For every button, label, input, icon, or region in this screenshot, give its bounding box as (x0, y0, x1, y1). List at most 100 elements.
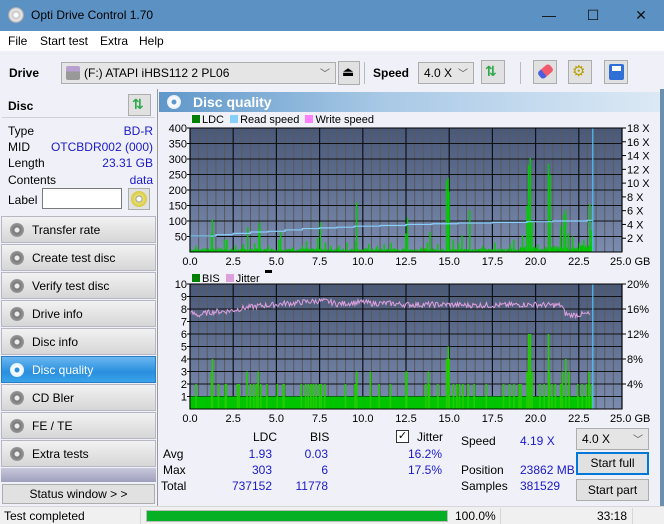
bis-spike (458, 384, 461, 409)
bis-spike (548, 371, 551, 409)
status-window-button[interactable]: Status window > > (2, 484, 155, 504)
window-edge (660, 89, 664, 506)
refresh-button[interactable]: ⇅ (481, 60, 505, 84)
floppy-save-icon (609, 64, 624, 80)
ldc-spike (549, 174, 551, 252)
samples-label: Samples (461, 479, 508, 493)
ldc-spike (469, 210, 471, 252)
drive-info-icon (10, 307, 24, 321)
nav-disc-info[interactable]: Disc info (1, 328, 156, 355)
samples-value: 381529 (520, 479, 561, 493)
disc-label-button[interactable] (128, 188, 150, 210)
x-tick-label: 17.5 (482, 256, 503, 268)
eject-button[interactable]: ⏏ (338, 61, 360, 85)
toolbar-separator (520, 62, 521, 84)
maximize-button[interactable]: ☐ (570, 0, 616, 31)
progress-percent: 100.0% (455, 509, 496, 523)
ldc-spike (317, 238, 319, 252)
status-divider (632, 508, 633, 524)
disc-label-input[interactable] (42, 188, 122, 209)
erase-button[interactable] (533, 60, 557, 84)
bis-spike (249, 384, 252, 409)
test-speed-value: 4.0 X (582, 432, 611, 446)
bis-spike (283, 384, 285, 409)
nav-label: CD Bler (32, 391, 75, 405)
nav-label: Transfer rate (32, 223, 101, 237)
ldc-spike (383, 244, 385, 252)
y-tick-label: 400 (169, 123, 187, 135)
bis-spike (318, 384, 321, 409)
menu-extra[interactable]: Extra (100, 34, 128, 48)
nav-transfer-rate[interactable]: Transfer rate (1, 216, 156, 243)
refresh-arrows-icon: ⇅ (132, 96, 144, 112)
nav-drive-info[interactable]: Drive info (1, 300, 156, 327)
close-button[interactable]: ✕ (618, 0, 664, 31)
save-button[interactable] (604, 60, 628, 84)
ldc-spike (563, 214, 565, 252)
transfer-rate-icon (10, 223, 24, 237)
y-tick-label: 100 (169, 216, 187, 228)
x-tick-label: 22.5 (568, 256, 589, 268)
y2-tick-label: 4% (627, 379, 643, 391)
y-tick-label: 2 (181, 379, 187, 391)
bis-spike (406, 371, 408, 409)
nav-fe-te[interactable]: FE / TE (1, 412, 156, 439)
ldc-spike (279, 231, 282, 252)
drive-select[interactable]: (F:) ATAPI iHBS112 2 PL06 ﹀ (61, 62, 336, 84)
x-tick-label: 20.0 (525, 256, 546, 268)
bis-spike (304, 384, 307, 409)
speed-select[interactable]: 4.0 X ﹀ (418, 62, 474, 84)
settings-button[interactable]: ⚙ (568, 60, 592, 84)
title-bar: Opti Drive Control 1.70 — ☐ ✕ (0, 0, 664, 31)
bis-spike (462, 384, 464, 409)
disc-mid-value: OTCBDR002 (000) (50, 140, 153, 154)
minimize-button[interactable]: — (526, 0, 572, 31)
stats-ldc-header: LDC (253, 430, 278, 444)
nav-disc-quality[interactable]: Disc quality (1, 356, 156, 383)
extra-tests-icon (10, 447, 24, 461)
bis-spike (518, 384, 520, 409)
y-tick-label: 5 (181, 342, 187, 354)
y-tick-label: 300 (169, 154, 187, 166)
ldc-spike (494, 242, 496, 252)
disc-refresh-button[interactable]: ⇅ (128, 94, 151, 116)
nav-label: Verify test disc (32, 279, 110, 293)
ldc-spike (590, 230, 593, 252)
test-speed-select[interactable]: 4.0 X ﹀ (576, 428, 649, 450)
jitter-avg-value: 16.2% (407, 447, 442, 461)
x-tick-label: 25.0 GB (610, 413, 650, 425)
y2-tick-label: 14 X (627, 151, 650, 163)
stats-total-label: Total (161, 479, 187, 493)
disc-type-value: BD-R (123, 124, 153, 138)
ldc-spike (521, 234, 524, 252)
menu-bar: File Start test Extra Help (0, 31, 664, 51)
disc-contents-value: data (129, 173, 153, 187)
bis-spike (581, 384, 583, 409)
start-full-button[interactable]: Start full (576, 452, 649, 475)
nav-verify-test-disc[interactable]: Verify test disc (1, 272, 156, 299)
x-tick-label: 22.5 (568, 413, 589, 425)
menu-file[interactable]: File (8, 34, 27, 48)
toolbar: Drive (F:) ATAPI iHBS112 2 PL06 ﹀ ⏏ Spee… (0, 51, 664, 89)
bis-spike (195, 384, 197, 409)
nav-label: Disc info (32, 335, 79, 349)
speed-select-value: 4.0 X (424, 66, 453, 80)
start-part-button[interactable]: Start part (576, 479, 649, 501)
bis-spike (323, 384, 326, 409)
x-tick-label: 25.0 GB (610, 256, 650, 268)
jitter-checkbox[interactable]: ✓ (396, 430, 409, 443)
menu-help[interactable]: Help (139, 34, 164, 48)
disc-contents-row: Contents data (8, 173, 153, 189)
nav-create-test-disc[interactable]: Create test disc (1, 244, 156, 271)
x-tick-label: 7.5 (312, 256, 327, 268)
menu-start-test[interactable]: Start test (40, 34, 88, 48)
nav-extra-tests[interactable]: Extra tests (1, 440, 156, 467)
y2-tick-label: 12 X (627, 164, 650, 176)
ldc-spike (513, 239, 515, 252)
jitter-label: Jitter (417, 430, 444, 444)
bis-spike (585, 384, 588, 409)
bis-spike (554, 384, 557, 409)
disc-header-title: Disc (8, 99, 34, 113)
nav-cd-bler[interactable]: CD Bler (1, 384, 156, 411)
status-divider (500, 508, 501, 524)
